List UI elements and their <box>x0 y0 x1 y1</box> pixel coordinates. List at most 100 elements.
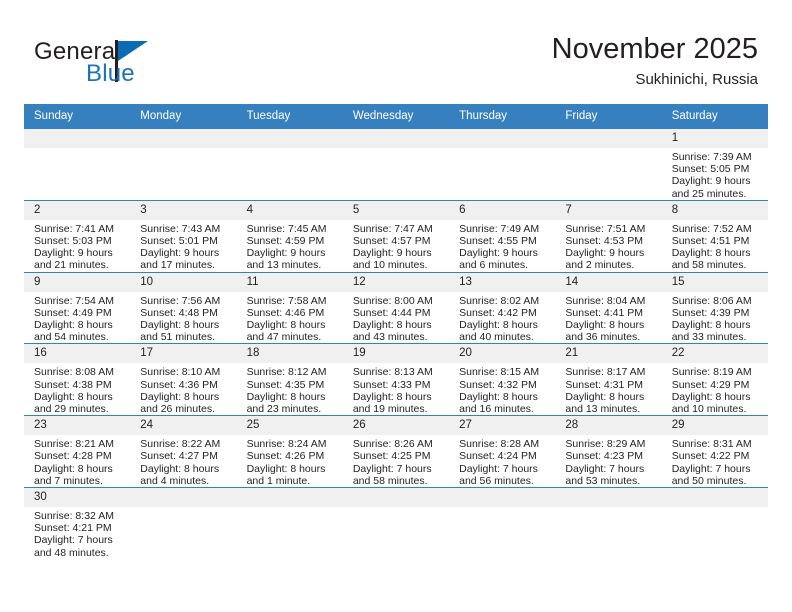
calendar-day-cell[interactable]: 16 Sunrise: 8:08 AM Sunset: 4:38 PM Dayligh… <box>24 343 131 416</box>
day-number: 18 <box>236 344 343 364</box>
calendar-day-cell[interactable]: 10 Sunrise: 7:56 AM Sunset: 4:48 PM Dayligh… <box>130 271 237 344</box>
day-number: 11 <box>236 272 343 292</box>
day-info-line: and 53 minutes. <box>565 474 641 487</box>
calendar-day-cell[interactable]: 22 Sunrise: 8:19 AM Sunset: 4:29 PM Dayligh… <box>661 343 768 416</box>
day-info-line: Sunrise: 7:49 AM <box>459 222 540 235</box>
day-info-line: Sunrise: 8:26 AM <box>352 438 433 451</box>
day-info-line: and 50 minutes. <box>671 474 747 487</box>
calendar-day-cell[interactable]: 7 Sunrise: 7:51 AM Sunset: 4:53 PM Daylight… <box>555 199 662 273</box>
day-info-line: Daylight: 8 hours <box>671 390 751 403</box>
day-info-line: Sunset: 5:03 PM <box>34 235 112 248</box>
day-info-line: Sunrise: 8:08 AM <box>34 366 114 379</box>
calendar-day-cell[interactable]: 2 Sunrise: 7:41 AM Sunset: 5:03 PM Daylight… <box>24 199 131 273</box>
calendar-day-cell[interactable]: 15 Sunrise: 8:06 AM Sunset: 4:39 PM Dayligh… <box>661 271 768 344</box>
calendar-day-cell[interactable]: 3 Sunrise: 7:43 AM Sunset: 5:01 PM Daylight… <box>130 199 237 273</box>
day-sun-info: Sunrise: 8:24 AM Sunset: 4:26 PM Daylight:… <box>237 435 343 487</box>
day-info-line: Daylight: 8 hours <box>565 319 645 332</box>
page-title: November 2025 <box>551 33 758 65</box>
calendar-day-cell[interactable]: 21 Sunrise: 8:17 AM Sunset: 4:31 PM Dayligh… <box>555 343 662 416</box>
day-info-line: and 13 minutes. <box>246 259 322 272</box>
day-sun-info: Sunrise: 8:04 AM Sunset: 4:41 PM Daylight:… <box>555 292 661 344</box>
calendar-day-cell[interactable]: 17 Sunrise: 8:10 AM Sunset: 4:36 PM Dayligh… <box>130 343 237 416</box>
calendar-day-cell[interactable]: 6 Sunrise: 7:49 AM Sunset: 4:55 PM Daylight… <box>449 199 556 273</box>
calendar-body: 1 Sunrise: 7:39 AM Sunset: 5:05 PM Daylight… <box>24 128 768 559</box>
day-info-line: Sunset: 4:55 PM <box>459 235 537 248</box>
day-info-line: Sunset: 4:42 PM <box>459 306 537 319</box>
day-info-line: Sunset: 4:25 PM <box>352 450 431 463</box>
day-info-line: and 58 minutes. <box>352 474 428 487</box>
day-number <box>555 129 662 148</box>
day-number: 4 <box>236 200 343 220</box>
day-number <box>130 488 237 508</box>
calendar-day-cell[interactable]: 20 Sunrise: 8:15 AM Sunset: 4:32 PM Dayligh… <box>449 343 556 416</box>
calendar-day-cell[interactable]: 11 Sunrise: 7:58 AM Sunset: 4:46 PM Dayligh… <box>236 271 343 344</box>
day-info-line: Daylight: 8 hours <box>459 390 538 403</box>
calendar-day-cell[interactable]: 28 Sunrise: 8:29 AM Sunset: 4:23 PM Dayligh… <box>555 415 662 488</box>
day-info-line: Sunrise: 8:13 AM <box>352 366 433 379</box>
day-info-line: and 10 minutes. <box>671 403 747 416</box>
day-info-line: Daylight: 8 hours <box>34 462 113 475</box>
day-info-line: and 19 minutes. <box>352 403 428 416</box>
day-info-line: Sunset: 4:21 PM <box>34 522 112 535</box>
day-info-line: Daylight: 7 hours <box>352 462 432 475</box>
calendar-week-row: 9 Sunrise: 7:54 AM Sunset: 4:49 PM Daylight… <box>24 271 768 344</box>
weekday-header-tuesday: Tuesday <box>236 104 343 129</box>
day-sun-info: Sunrise: 7:54 AM Sunset: 4:49 PM Daylight:… <box>24 292 130 344</box>
day-info-line: Daylight: 9 hours <box>352 247 432 260</box>
day-info-line: Sunset: 4:44 PM <box>352 306 431 319</box>
day-info-line: Daylight: 8 hours <box>140 390 220 403</box>
day-info-line: Sunset: 4:36 PM <box>140 378 218 391</box>
day-info-line: Sunrise: 8:19 AM <box>671 366 752 379</box>
calendar-day-cell[interactable]: 18 Sunrise: 8:12 AM Sunset: 4:35 PM Dayligh… <box>236 343 343 416</box>
day-info-line: Sunrise: 8:06 AM <box>671 294 752 307</box>
calendar-day-cell[interactable]: 5 Sunrise: 7:47 AM Sunset: 4:57 PM Daylight… <box>342 199 450 273</box>
calendar-empty-cell <box>661 487 768 559</box>
calendar-day-cell[interactable]: 30 Sunrise: 8:32 AM Sunset: 4:21 PM Dayligh… <box>24 487 131 559</box>
calendar-week-row: 2 Sunrise: 7:41 AM Sunset: 5:03 PM Daylight… <box>24 199 768 273</box>
day-info-line: and 51 minutes. <box>140 331 215 344</box>
day-info-line: and 16 minutes. <box>459 403 534 416</box>
calendar-day-cell[interactable]: 23 Sunrise: 8:21 AM Sunset: 4:28 PM Dayligh… <box>24 415 131 488</box>
day-info-line: Sunset: 4:46 PM <box>246 306 325 319</box>
calendar-day-cell[interactable]: 9 Sunrise: 7:54 AM Sunset: 4:49 PM Daylight… <box>24 271 131 344</box>
calendar-day-cell[interactable]: 26 Sunrise: 8:26 AM Sunset: 4:25 PM Dayligh… <box>342 415 450 488</box>
calendar-day-cell[interactable]: 29 Sunrise: 8:31 AM Sunset: 4:22 PM Dayligh… <box>661 415 768 488</box>
day-number: 24 <box>130 416 237 436</box>
day-sun-info: Sunrise: 8:32 AM Sunset: 4:21 PM Daylight:… <box>24 507 130 559</box>
day-info-line: Sunrise: 8:04 AM <box>565 294 646 307</box>
day-info-line: Sunset: 4:33 PM <box>352 378 431 391</box>
calendar-empty-cell <box>130 487 237 559</box>
day-info-line: Daylight: 8 hours <box>140 462 220 475</box>
day-number: 9 <box>24 272 131 292</box>
day-info-line: and 4 minutes. <box>140 474 210 487</box>
calendar-day-cell[interactable]: 25 Sunrise: 8:24 AM Sunset: 4:26 PM Dayligh… <box>236 415 343 488</box>
day-number <box>24 129 131 148</box>
calendar-day-cell[interactable]: 24 Sunrise: 8:22 AM Sunset: 4:27 PM Dayligh… <box>130 415 237 488</box>
calendar-day-cell[interactable]: 8 Sunrise: 7:52 AM Sunset: 4:51 PM Daylight… <box>661 199 768 273</box>
day-sun-info: Sunrise: 7:39 AM Sunset: 5:05 PM Daylight:… <box>662 148 768 200</box>
calendar-day-cell[interactable]: 14 Sunrise: 8:04 AM Sunset: 4:41 PM Dayligh… <box>555 271 662 344</box>
general-blue-logo[interactable]: General Blue <box>34 38 234 88</box>
day-number: 29 <box>661 416 768 436</box>
day-number: 2 <box>24 200 131 220</box>
day-info-line: and 56 minutes. <box>459 474 534 487</box>
calendar-day-cell[interactable]: 4 Sunrise: 7:45 AM Sunset: 4:59 PM Daylight… <box>236 199 343 273</box>
day-number <box>555 488 662 508</box>
calendar-day-cell[interactable]: 12 Sunrise: 8:00 AM Sunset: 4:44 PM Dayligh… <box>342 271 450 344</box>
day-info-line: Daylight: 8 hours <box>246 462 326 475</box>
weekday-header-friday: Friday <box>555 104 662 129</box>
day-sun-info: Sunrise: 8:00 AM Sunset: 4:44 PM Daylight:… <box>343 292 449 344</box>
day-info-line: and 21 minutes. <box>34 259 109 272</box>
day-number: 8 <box>661 200 768 220</box>
calendar-day-cell[interactable]: 1 Sunrise: 7:39 AM Sunset: 5:05 PM Daylight… <box>661 128 768 201</box>
calendar-header-row: Sunday Monday Tuesday Wednesday Thursday… <box>24 104 768 129</box>
day-number: 5 <box>342 200 450 220</box>
calendar-day-cell[interactable]: 27 Sunrise: 8:28 AM Sunset: 4:24 PM Dayligh… <box>449 415 556 488</box>
calendar-day-cell[interactable]: 13 Sunrise: 8:02 AM Sunset: 4:42 PM Dayligh… <box>449 271 556 344</box>
day-info-line: and 40 minutes. <box>459 331 534 344</box>
day-number: 30 <box>24 488 131 508</box>
day-number: 16 <box>24 344 131 364</box>
day-info-line: Daylight: 9 hours <box>565 247 645 260</box>
day-info-line: Daylight: 9 hours <box>140 247 220 260</box>
calendar-day-cell[interactable]: 19 Sunrise: 8:13 AM Sunset: 4:33 PM Dayligh… <box>342 343 450 416</box>
